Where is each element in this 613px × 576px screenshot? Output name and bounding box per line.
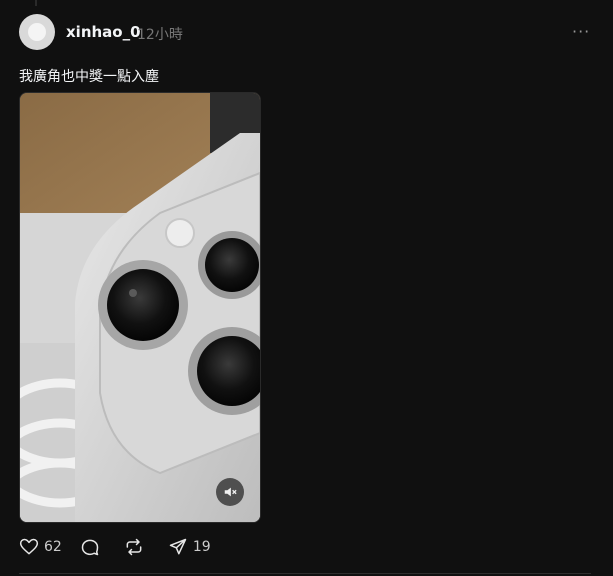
- like-count: 62: [44, 539, 62, 555]
- post-action-bar: 62 19: [19, 536, 211, 558]
- mute-toggle-button[interactable]: [216, 478, 244, 506]
- video-frame-image: [20, 93, 260, 522]
- send-icon: [169, 538, 187, 555]
- more-options-button[interactable]: ···: [572, 22, 590, 41]
- comment-icon: [81, 539, 99, 556]
- heart-icon: [19, 538, 39, 555]
- thread-connector-line: [35, 0, 37, 6]
- post-text: 我廣角也中獎一點入塵: [19, 69, 159, 85]
- username[interactable]: xinhao_0: [66, 23, 141, 41]
- speaker-muted-icon: [224, 487, 237, 497]
- share-button[interactable]: 19: [168, 537, 211, 557]
- post-timestamp[interactable]: 12小時: [137, 24, 183, 44]
- repost-button[interactable]: [124, 537, 144, 557]
- post-video[interactable]: [19, 92, 261, 523]
- like-button[interactable]: 62: [19, 537, 62, 557]
- avatar-placeholder-icon: [28, 23, 46, 41]
- repost-icon: [126, 538, 142, 556]
- reply-button[interactable]: [80, 537, 100, 557]
- post-divider: [19, 573, 591, 574]
- avatar[interactable]: [19, 14, 55, 50]
- share-count: 19: [192, 539, 211, 555]
